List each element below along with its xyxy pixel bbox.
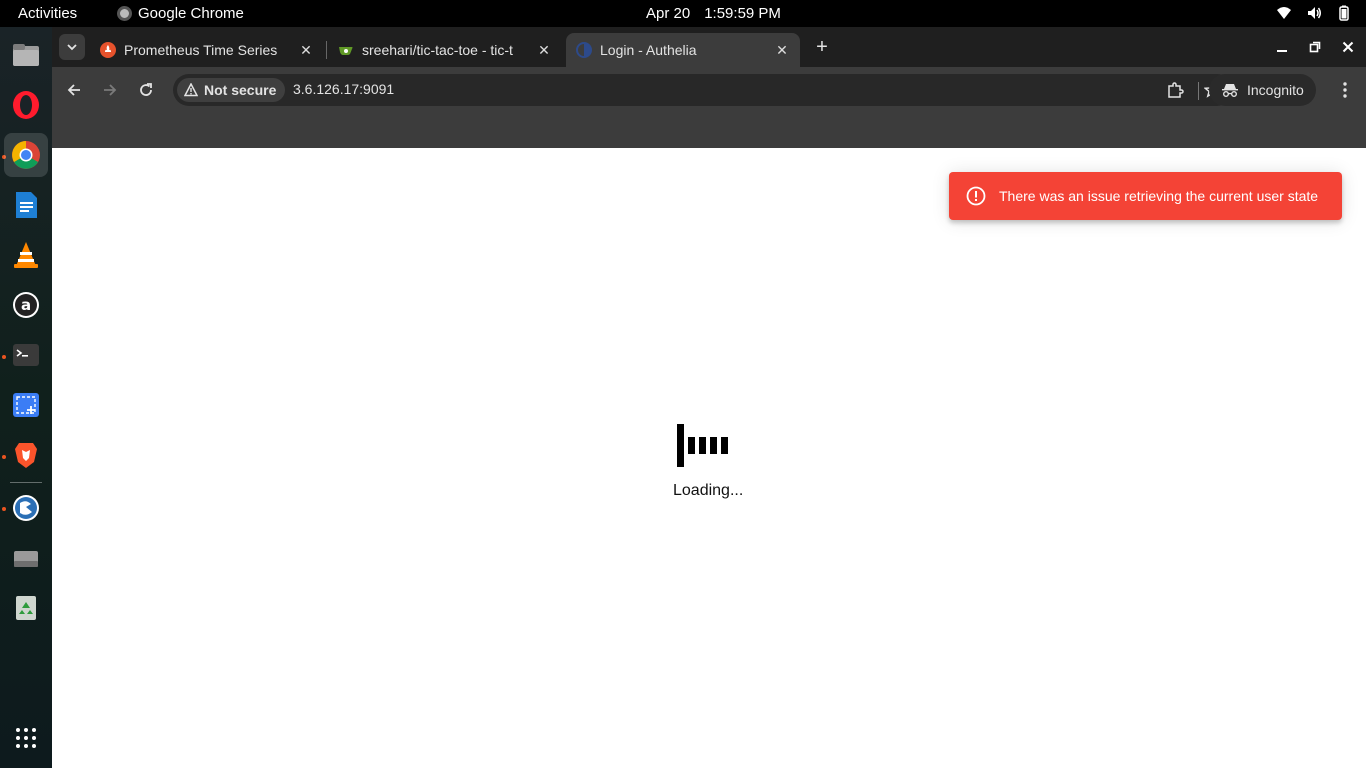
address-bar[interactable]: Not secure 3.6.126.17:9091 <box>173 74 1233 106</box>
drive-icon <box>14 551 38 567</box>
dock-brave[interactable] <box>4 433 48 477</box>
bookmarks-bar <box>52 113 1366 148</box>
minimize-icon <box>1277 50 1287 52</box>
error-outline-icon <box>966 186 986 206</box>
pycharm-icon <box>13 495 39 521</box>
terminal-icon <box>13 344 39 366</box>
clock[interactable]: Apr 20 1:59:59 PM <box>646 5 781 22</box>
page-content: There was an issue retrieving the curren… <box>52 148 1366 768</box>
security-indicator[interactable]: Not secure <box>177 78 286 102</box>
maximize-button[interactable] <box>1303 35 1327 59</box>
screenshot-icon <box>13 393 39 417</box>
extensions-button[interactable] <box>1162 77 1188 103</box>
files-icon <box>13 44 39 66</box>
dock-files[interactable] <box>4 33 48 77</box>
trash-icon <box>16 596 36 620</box>
chrome-icon <box>12 141 40 169</box>
dock-opera[interactable] <box>4 83 48 127</box>
svg-text:a: a <box>21 296 31 314</box>
gitea-icon <box>339 47 353 55</box>
amazon-icon: a <box>13 292 39 318</box>
forward-button[interactable] <box>97 77 123 103</box>
loading-bars-icon <box>677 424 728 467</box>
new-tab-button[interactable]: + <box>810 35 834 59</box>
app-grid-icon <box>16 728 36 748</box>
vlc-icon <box>14 242 38 268</box>
brave-icon <box>15 443 37 468</box>
dock-writer[interactable] <box>4 183 48 227</box>
dock-pycharm[interactable] <box>4 486 48 530</box>
restore-icon <box>1309 41 1321 53</box>
date-label: Apr 20 <box>646 5 691 22</box>
tab-strip: Prometheus Time Series ✕ sreehari/tic-ta… <box>52 27 1366 67</box>
arrow-right-icon <box>104 84 117 96</box>
arrow-left-icon <box>67 84 80 96</box>
browser-toolbar: Not secure 3.6.126.17:9091 Incognito <box>52 67 1366 113</box>
close-window-button[interactable] <box>1336 35 1360 59</box>
wifi-icon <box>1277 7 1291 19</box>
url-text[interactable]: 3.6.126.17:9091 <box>293 81 394 97</box>
app-name-label: Google Chrome <box>138 5 244 22</box>
time-label: 1:59:59 PM <box>704 5 781 22</box>
authelia-icon <box>576 42 592 58</box>
puzzle-icon <box>1168 82 1184 98</box>
close-tab-icon[interactable]: ✕ <box>772 40 792 60</box>
close-tab-icon[interactable]: ✕ <box>296 40 316 60</box>
dock-trash[interactable] <box>4 586 48 630</box>
close-tab-icon[interactable]: ✕ <box>534 40 554 60</box>
toolbar-divider <box>1198 82 1199 100</box>
tab-authelia[interactable]: Login - Authelia ✕ <box>566 33 800 67</box>
system-top-bar: Activities Google Chrome Apr 20 1:59:59 … <box>0 0 1366 27</box>
tab-title: Login - Authelia <box>600 42 697 58</box>
warning-icon <box>184 83 198 97</box>
tab-title: sreehari/tic-tac-toe - tic-t <box>362 42 513 58</box>
security-label: Not secure <box>204 82 277 98</box>
back-button[interactable] <box>61 77 87 103</box>
incognito-label: Incognito <box>1247 82 1304 98</box>
browser-window: Prometheus Time Series ✕ sreehari/tic-ta… <box>52 27 1366 768</box>
more-vertical-icon <box>1343 82 1347 98</box>
dock-drive[interactable] <box>4 536 48 580</box>
libreoffice-writer-icon <box>16 192 37 218</box>
chevron-down-icon <box>67 44 77 51</box>
dock: a <box>0 27 52 768</box>
minimize-button[interactable] <box>1270 35 1294 59</box>
opera-icon <box>13 91 39 119</box>
system-tray[interactable] <box>1276 5 1352 21</box>
dock-amazon[interactable]: a <box>4 283 48 327</box>
activities-button[interactable]: Activities <box>18 5 77 22</box>
chrome-icon <box>117 6 132 21</box>
error-message: There was an issue retrieving the curren… <box>999 188 1319 204</box>
incognito-icon <box>1222 84 1238 97</box>
error-snackbar: There was an issue retrieving the curren… <box>949 172 1342 220</box>
prometheus-icon <box>100 42 116 58</box>
dock-screenshot[interactable] <box>4 383 48 427</box>
dock-app-grid[interactable] <box>4 716 48 760</box>
battery-icon <box>1339 5 1349 21</box>
dock-separator <box>10 482 42 483</box>
volume-icon <box>1308 7 1321 19</box>
reload-icon <box>140 83 152 96</box>
browser-menu-button[interactable] <box>1332 77 1358 103</box>
loading-label: Loading... <box>673 482 744 499</box>
dock-chrome[interactable] <box>4 133 48 177</box>
app-menu[interactable]: Google Chrome <box>117 5 244 22</box>
dock-terminal[interactable] <box>4 333 48 377</box>
tab-prometheus[interactable]: Prometheus Time Series ✕ <box>90 33 324 67</box>
tab-title: Prometheus Time Series <box>124 42 278 58</box>
dock-vlc[interactable] <box>4 233 48 277</box>
close-icon <box>1342 41 1354 53</box>
tab-tic-tac-toe[interactable]: sreehari/tic-tac-toe - tic-t ✕ <box>328 33 562 67</box>
tab-search-button[interactable] <box>59 34 85 60</box>
reload-button[interactable] <box>133 77 159 103</box>
incognito-chip[interactable]: Incognito <box>1209 74 1316 106</box>
